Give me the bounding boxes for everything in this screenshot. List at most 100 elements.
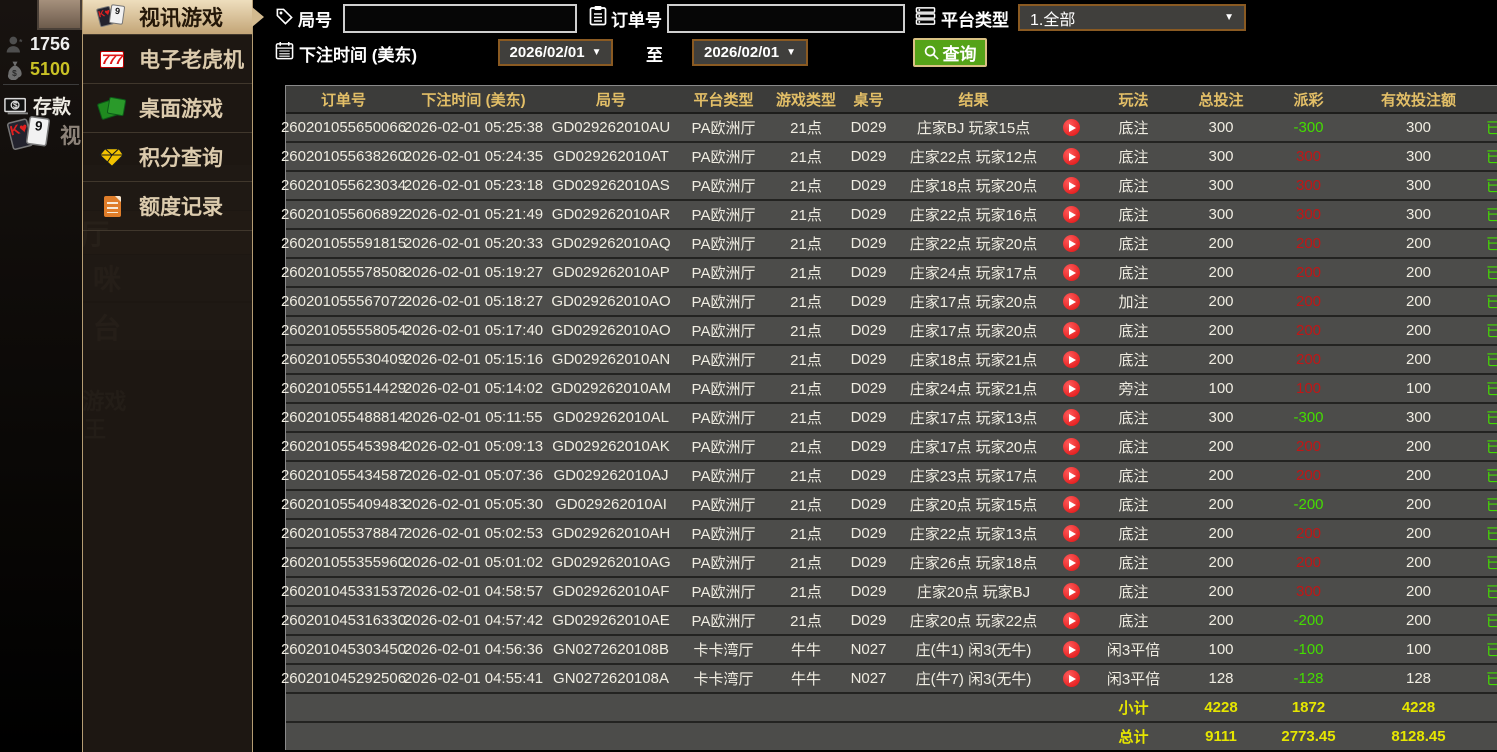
grand-total-status	[1486, 723, 1497, 750]
cell-order-id: 260201055453984	[280, 438, 407, 455]
table-row: 260201045316330 2026-02-01 04:57:42 GD0292…	[280, 607, 1497, 636]
cell-table-id: D029	[850, 525, 887, 542]
cell-order-id: 260201055591815	[280, 235, 407, 252]
menu-item-label: 桌面游戏	[139, 98, 223, 121]
cell-platform: PA欧洲厅	[691, 555, 756, 572]
cell-status: 已结算	[1486, 584, 1497, 601]
cell-total-bet: 300	[1208, 119, 1234, 136]
replay-play-icon[interactable]	[1062, 322, 1080, 339]
cell-payout: -300	[1293, 409, 1324, 426]
cell-bet-time: 2026-02-01 05:18:27	[403, 293, 544, 310]
menu-item-2[interactable]: 桌面游戏	[83, 84, 252, 133]
menu-item-3[interactable]: 积分查询	[83, 133, 252, 182]
cell-replay	[1051, 259, 1091, 286]
cell-bet-time: 2026-02-01 05:20:33	[403, 235, 544, 252]
avatar[interactable]	[37, 0, 82, 30]
grand-total-bet-time	[401, 723, 546, 750]
replay-play-icon[interactable]	[1062, 235, 1080, 252]
cell-table-id: D029	[850, 496, 887, 513]
cell-total-bet: 200	[1208, 293, 1234, 310]
replay-play-icon[interactable]	[1062, 641, 1080, 658]
replay-play-icon[interactable]	[1062, 583, 1080, 600]
cell-bet-time: 2026-02-01 05:19:27	[403, 264, 544, 281]
replay-play-icon[interactable]	[1062, 496, 1080, 513]
cell-platform: PA欧洲厅	[691, 178, 756, 195]
grand-total-result	[896, 723, 1051, 750]
table-row: 260201055453984 2026-02-01 05:09:13 GD0292…	[280, 433, 1497, 462]
col-header-game-type: 游戏类型	[775, 91, 836, 109]
cell-replay	[1051, 172, 1091, 199]
round-number-input[interactable]	[343, 4, 577, 33]
cell-round-id: GD029262010AO	[551, 293, 671, 310]
cell-round-id: GD029262010AG	[551, 554, 671, 571]
replay-play-icon[interactable]	[1062, 525, 1080, 542]
cell-game-type: 21点	[790, 178, 822, 195]
replay-play-icon[interactable]	[1062, 148, 1080, 165]
cell-status: 已结算	[1486, 381, 1497, 398]
grand-total-row: 总计 9111 2773.45 8128.45	[286, 723, 1497, 750]
replay-play-icon[interactable]	[1062, 554, 1080, 571]
cell-replay	[1051, 491, 1091, 518]
replay-play-icon[interactable]	[1062, 293, 1080, 310]
replay-play-icon[interactable]	[1062, 438, 1080, 455]
replay-play-icon[interactable]	[1062, 206, 1080, 223]
cell-status: 已结算	[1486, 642, 1497, 659]
clipboard-icon	[589, 5, 607, 26]
video-label: 视	[60, 125, 81, 148]
cell-platform: PA欧洲厅	[691, 526, 756, 543]
date-to-select[interactable]: 2026/02/01 ▼	[692, 39, 808, 66]
cell-valid-bet: 200	[1405, 554, 1432, 571]
cell-result: 庄家17点 玩家13点	[909, 410, 1038, 427]
cell-bet-time: 2026-02-01 05:01:02	[403, 554, 544, 571]
replay-play-icon[interactable]	[1062, 380, 1080, 397]
divider	[3, 84, 79, 85]
cell-play-type: 底注	[1118, 468, 1149, 485]
cell-play-type: 底注	[1118, 410, 1149, 427]
cell-game-type: 牛牛	[790, 642, 821, 659]
menu-item-1[interactable]: 777 电子老虎机	[83, 35, 252, 84]
cell-platform: PA欧洲厅	[691, 265, 756, 282]
cell-valid-bet: 200	[1405, 467, 1432, 484]
date-from-value: 2026/02/01	[509, 44, 585, 61]
col-header-platform: 平台类型	[693, 91, 754, 109]
cell-status: 已结算	[1486, 149, 1497, 166]
replay-play-icon[interactable]	[1062, 409, 1080, 426]
table-header-row: 订单号 下注时间 (美东) 局号 平台类型 游戏类型 桌号 结果 玩法 总投注 派彩 有效投注额	[286, 86, 1497, 114]
replay-play-icon[interactable]	[1062, 467, 1080, 484]
query-button[interactable]: 查询	[913, 38, 987, 67]
menu-item-0[interactable]: K♥ 9 视讯游戏	[83, 0, 264, 35]
platform-type-select[interactable]: 1.全部 ▼	[1018, 4, 1246, 31]
col-header-valid-bet: 有效投注额	[1380, 91, 1456, 109]
cell-result: 庄家17点 玩家20点	[909, 294, 1038, 311]
cell-game-type: 21点	[790, 265, 822, 282]
subtotal-replay	[1051, 694, 1091, 721]
cell-valid-bet: 200	[1405, 293, 1432, 310]
cell-game-type: 21点	[790, 381, 822, 398]
cell-bet-time: 2026-02-01 05:14:02	[403, 380, 544, 397]
cell-order-id: 260201055409483	[280, 496, 407, 513]
user-id: 1756	[30, 34, 71, 54]
cell-game-type: 21点	[790, 410, 822, 427]
money-bag-icon: $	[7, 61, 22, 80]
sidebar-item-video-games[interactable]: K♥ 9 视	[6, 115, 81, 151]
date-from-select[interactable]: 2026/02/01 ▼	[498, 39, 613, 66]
replay-play-icon[interactable]	[1062, 351, 1080, 368]
replay-play-icon[interactable]	[1062, 119, 1080, 136]
cell-table-id: D029	[850, 612, 887, 629]
sidebar-item-deposit[interactable]: $ 存款	[4, 92, 71, 119]
menu-item-4[interactable]: 额度记录	[83, 182, 252, 231]
cell-order-id: 260201045316330	[280, 612, 407, 629]
cell-table-id: D029	[850, 583, 887, 600]
replay-play-icon[interactable]	[1062, 670, 1080, 687]
col-header-total-bet: 总投注	[1198, 91, 1244, 109]
replay-play-icon[interactable]	[1062, 177, 1080, 194]
replay-play-icon[interactable]	[1062, 612, 1080, 629]
cell-total-bet: 300	[1208, 177, 1234, 194]
cell-status: 已结算	[1486, 555, 1497, 572]
cell-bet-time: 2026-02-01 05:05:30	[403, 496, 544, 513]
cell-game-type: 21点	[790, 613, 822, 630]
cell-payout: -300	[1293, 119, 1324, 136]
grand-total-payout: 2773.45	[1281, 728, 1336, 745]
order-number-input[interactable]	[667, 4, 905, 33]
replay-play-icon[interactable]	[1062, 264, 1080, 281]
